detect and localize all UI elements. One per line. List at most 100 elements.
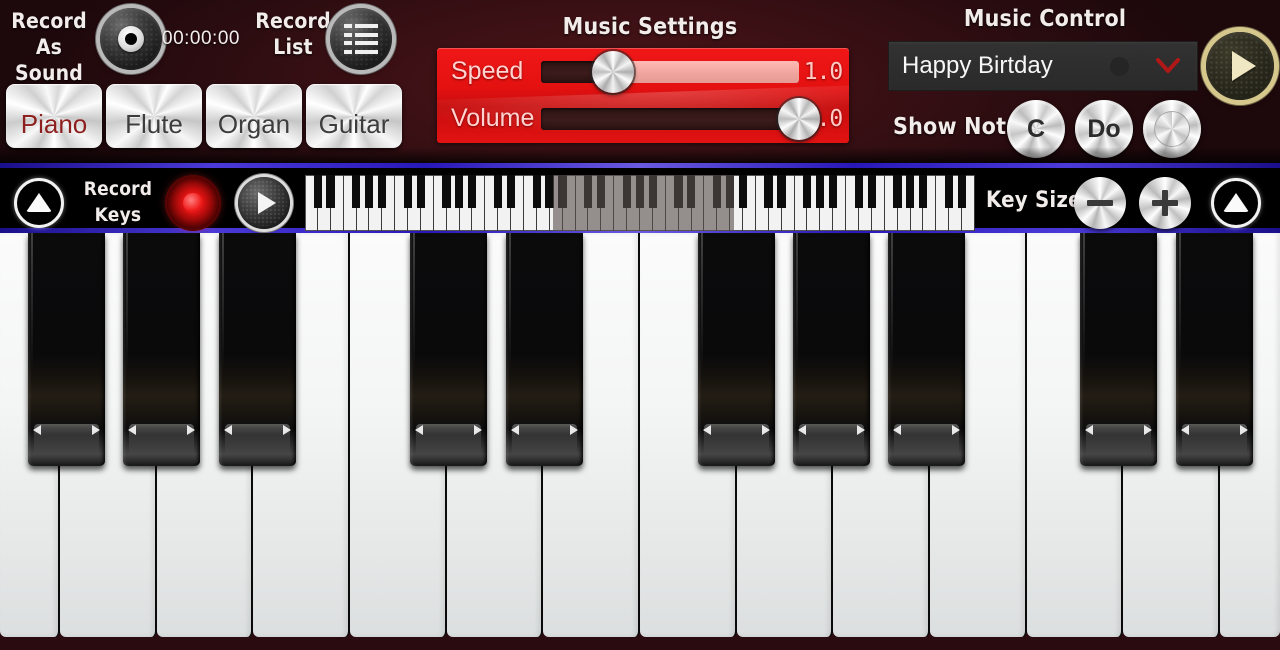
black-key[interactable]: [1176, 233, 1253, 466]
black-key[interactable]: [888, 233, 965, 466]
mini-black-key: [326, 175, 335, 208]
record-list-line1: Record: [255, 9, 331, 33]
instrument-button-guitar[interactable]: Guitar: [306, 84, 402, 148]
black-key[interactable]: [1080, 233, 1157, 466]
instrument-button-organ[interactable]: Organ: [206, 84, 302, 148]
key-marker-left-icon: [798, 425, 806, 435]
dropdown-dot-indicator: [1110, 56, 1129, 76]
mini-black-key: [764, 175, 773, 208]
instrument-label: Organ: [217, 109, 291, 139]
mini-keyboard-overview[interactable]: [305, 175, 975, 231]
mini-black-key: [712, 175, 722, 208]
key-size-increase-button[interactable]: [1139, 177, 1191, 229]
black-key[interactable]: [28, 233, 105, 466]
key-marker-right-icon: [92, 425, 100, 435]
mini-black-key: [674, 175, 683, 208]
instrument-label: Flute: [125, 109, 183, 139]
key-marker-right-icon: [952, 425, 960, 435]
key-marker-right-icon: [570, 425, 578, 435]
key-marker-right-icon: [1144, 425, 1152, 435]
mini-black-key: [416, 175, 425, 208]
top-control-panel: Record As Sound 00:00:00 Record List Pia…: [0, 0, 1280, 163]
record-as-sound-line2: As Sound: [14, 35, 84, 85]
minus-icon: [1087, 200, 1113, 206]
key-marker-right-icon: [857, 425, 865, 435]
black-key[interactable]: [219, 233, 296, 466]
record-list-button[interactable]: [330, 8, 392, 70]
play-keys-button[interactable]: [238, 177, 290, 229]
speed-slider-handle[interactable]: [592, 50, 635, 93]
record-keys-line1: Record: [83, 178, 153, 200]
show-notes-off-button[interactable]: [1143, 100, 1201, 158]
mini-black-key: [906, 175, 915, 208]
song-select-dropdown[interactable]: Happy Birtday: [888, 41, 1198, 91]
play-song-button[interactable]: [1206, 32, 1274, 100]
key-gloss: [1086, 424, 1151, 462]
mini-black-key: [506, 175, 515, 208]
black-key[interactable]: [506, 233, 583, 466]
show-notes-options: C Do: [1007, 100, 1201, 158]
keyboard-control-bar: Record Keys Key Size: [0, 163, 1280, 233]
key-size-decrease-button[interactable]: [1074, 177, 1126, 229]
instrument-button-piano[interactable]: Piano: [6, 84, 102, 148]
record-list-label: Record List: [252, 8, 334, 60]
volume-slider[interactable]: [541, 97, 820, 140]
black-key[interactable]: [410, 233, 487, 466]
mini-black-key: [854, 175, 863, 208]
music-settings-title: Music Settings: [562, 14, 738, 40]
speed-label: Speed: [451, 57, 524, 85]
key-gloss: [34, 424, 99, 462]
collapse-panel-left-button[interactable]: [14, 178, 64, 228]
key-marker-left-icon: [703, 425, 711, 435]
mini-black-key: [687, 175, 696, 208]
black-key[interactable]: [123, 233, 200, 466]
record-as-sound-label: Record As Sound: [5, 8, 93, 86]
bar-top-edge: [0, 163, 1280, 168]
mini-black-key: [944, 175, 954, 208]
record-keys-button[interactable]: [167, 177, 219, 229]
key-marker-left-icon: [1181, 425, 1189, 435]
mini-black-key: [442, 175, 451, 208]
show-notes-solfege-button[interactable]: Do: [1075, 100, 1133, 158]
key-gloss: [416, 424, 481, 462]
triangle-up-icon: [26, 193, 52, 212]
key-marker-right-icon: [187, 425, 195, 435]
mini-black-key: [545, 175, 554, 208]
key-marker-right-icon: [762, 425, 770, 435]
show-notes-letters-button[interactable]: C: [1007, 100, 1065, 158]
instrument-label: Piano: [20, 109, 88, 139]
key-gloss: [799, 424, 864, 462]
mini-black-key: [493, 175, 503, 208]
mini-black-key: [648, 175, 657, 208]
speed-row: Speed 1.0: [437, 48, 849, 95]
instrument-button-flute[interactable]: Flute: [106, 84, 202, 148]
black-key[interactable]: [698, 233, 775, 466]
mini-black-key: [919, 175, 928, 208]
mini-black-key: [313, 175, 322, 208]
volume-row: Volume 1.0: [437, 95, 849, 142]
key-marker-right-icon: [1240, 425, 1248, 435]
mini-black-key: [365, 175, 374, 208]
key-gloss: [704, 424, 769, 462]
speed-slider[interactable]: [541, 50, 799, 93]
collapse-panel-right-button[interactable]: [1211, 178, 1261, 228]
mini-black-key: [352, 175, 361, 208]
key-marker-left-icon: [224, 425, 232, 435]
instrument-selector: Piano Flute Organ Guitar: [6, 84, 402, 148]
record-as-sound-button[interactable]: [100, 8, 162, 70]
key-marker-left-icon: [1085, 425, 1093, 435]
instrument-label: Guitar: [318, 109, 390, 139]
key-gloss: [225, 424, 290, 462]
record-keys-label: Record Keys: [78, 176, 158, 228]
piano-keyboard[interactable]: [0, 233, 1280, 650]
volume-slider-handle[interactable]: [778, 97, 820, 140]
black-key[interactable]: [793, 233, 870, 466]
key-marker-left-icon: [128, 425, 136, 435]
mini-black-key: [738, 175, 747, 208]
key-marker-right-icon: [283, 425, 291, 435]
piano-app: Record As Sound 00:00:00 Record List Pia…: [0, 0, 1280, 650]
note-button-label: C: [1026, 114, 1046, 143]
music-settings-panel: Speed 1.0 Volume 1.0: [437, 48, 849, 143]
mini-black-key: [893, 175, 902, 208]
key-gloss: [894, 424, 959, 462]
